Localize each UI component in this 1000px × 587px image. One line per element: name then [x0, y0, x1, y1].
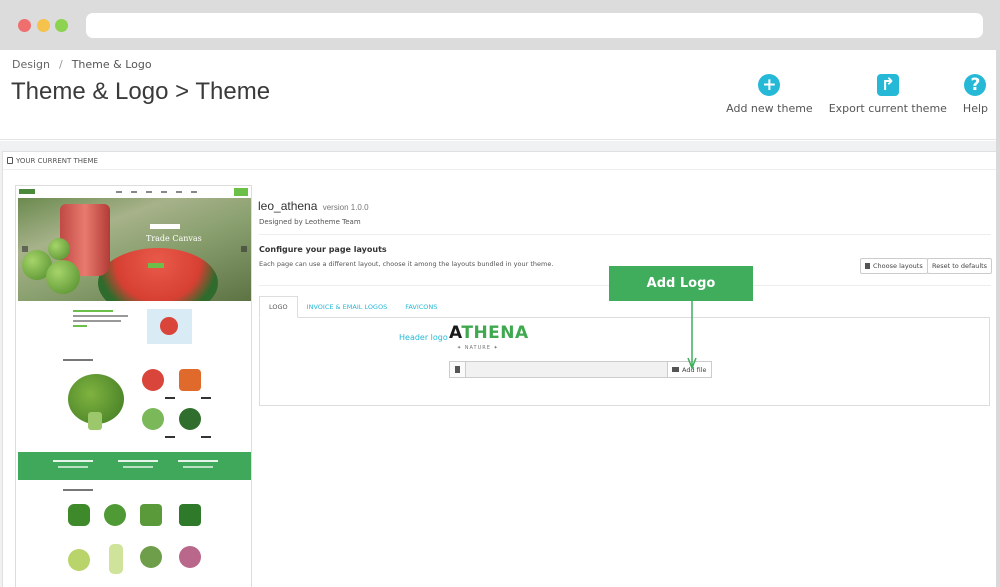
theme-name: leo_athena version 1.0.0 — [258, 199, 369, 213]
lime-image — [46, 260, 80, 294]
theme-preview-image: Trade Canvas — [15, 185, 252, 587]
preview-section-title — [63, 489, 93, 491]
panel-heading-label: YOUR CURRENT THEME — [16, 156, 98, 165]
header-logo-image: ATHENA — [449, 323, 529, 343]
cabbage-image — [68, 549, 90, 571]
preview-featured-text — [73, 310, 133, 328]
add-new-theme-label: Add new theme — [726, 102, 813, 115]
help-label: Help — [962, 102, 988, 115]
choose-layouts-label: Choose layouts — [873, 262, 923, 270]
breadcrumb-design-link[interactable]: Design — [12, 58, 50, 71]
pepper-image — [68, 504, 90, 526]
bok-choy-image — [142, 408, 164, 430]
logo-subtext: ✦ NATURE ✦ — [457, 345, 499, 351]
maximize-window-dot[interactable] — [55, 19, 68, 32]
preview-tomato-image — [147, 309, 192, 344]
preview-topbar — [16, 186, 251, 198]
hero-title: Trade Canvas — [146, 234, 202, 243]
divider — [259, 234, 991, 235]
watermelon-image — [98, 248, 218, 301]
breadcrumb-separator: / — [58, 58, 63, 71]
layouts-title: Configure your page layouts — [259, 245, 387, 254]
lettuce-image — [104, 504, 126, 526]
okra-image — [140, 504, 162, 526]
file-icon — [865, 263, 870, 269]
export-theme-button[interactable]: ↱ Export current theme — [821, 74, 955, 115]
onion-image — [179, 546, 201, 568]
carrot-image — [179, 369, 201, 391]
tab-favicons[interactable]: FAVICONS — [396, 296, 446, 318]
reset-defaults-button[interactable]: Reset to defaults — [927, 258, 993, 274]
logo-tabs: LOGO INVOICE & EMAIL LOGOS FAVICONS — [259, 296, 446, 318]
breadcrumb: Design / Theme & Logo — [12, 58, 152, 71]
preview-cart — [234, 188, 248, 196]
add-logo-callout: Add Logo — [609, 266, 753, 301]
tab-invoice-email-logos[interactable]: INVOICE & EMAIL LOGOS — [298, 296, 397, 318]
add-new-theme-button[interactable]: + Add new theme — [718, 74, 821, 115]
callout-arrow-icon — [687, 301, 697, 371]
export-theme-label: Export current theme — [828, 102, 947, 115]
spinach-image — [179, 408, 201, 430]
celery-image — [109, 544, 123, 574]
preview-section-title — [63, 359, 93, 361]
preview-logo — [19, 189, 35, 194]
question-circle-icon: ? — [964, 74, 987, 96]
preview-nav — [116, 191, 206, 193]
lime-image — [48, 238, 70, 260]
page-title: Theme & Logo > Theme — [11, 78, 271, 105]
plus-circle-icon: + — [758, 74, 781, 96]
logo-letter-a: A — [449, 323, 462, 343]
tomato-image — [142, 369, 164, 391]
address-bar[interactable] — [86, 13, 983, 38]
broccoli-image — [68, 374, 124, 430]
header-logo-label: Header logo — [399, 333, 448, 342]
file-name-input[interactable] — [466, 361, 668, 378]
share-icon: ↱ — [876, 74, 899, 96]
next-arrow-icon — [241, 246, 247, 252]
preview-hero-banner: Trade Canvas — [18, 198, 251, 301]
beans-image — [179, 504, 201, 526]
close-window-dot[interactable] — [18, 19, 31, 32]
shield-icon — [7, 157, 13, 164]
help-button[interactable]: ? Help — [955, 74, 996, 115]
breadcrumb-current: Theme & Logo — [71, 58, 152, 71]
logo-letters-thena: THENA — [461, 323, 529, 343]
file-icon — [449, 361, 466, 378]
page-header: Design / Theme & Logo Theme & Logo > The… — [0, 50, 996, 140]
hero-tag — [150, 224, 180, 229]
artichoke-image — [140, 546, 162, 568]
tab-logo[interactable]: LOGO — [259, 296, 298, 318]
folder-open-icon — [672, 367, 679, 372]
layouts-description: Each page can use a different layout, ch… — [259, 260, 554, 268]
page-toolbar: + Add new theme ↱ Export current theme ?… — [718, 74, 996, 115]
choose-layouts-button[interactable]: Choose layouts — [860, 258, 928, 274]
theme-version: version 1.0.0 — [322, 203, 369, 212]
prev-arrow-icon — [22, 246, 28, 252]
preview-green-banner — [18, 452, 251, 480]
panel-heading: YOUR CURRENT THEME — [3, 152, 996, 170]
current-theme-panel: YOUR CURRENT THEME Trade Canvas leo_athe… — [2, 151, 996, 587]
reset-defaults-label: Reset to defaults — [932, 262, 988, 270]
browser-chrome — [0, 0, 1000, 50]
hero-button — [148, 263, 164, 268]
minimize-window-dot[interactable] — [37, 19, 50, 32]
theme-name-text: leo_athena — [258, 199, 318, 213]
theme-author: Designed by Leotheme Team — [259, 218, 361, 226]
file-upload-row: Add file — [449, 361, 712, 378]
admin-page: Design / Theme & Logo Theme & Logo > The… — [0, 50, 996, 587]
